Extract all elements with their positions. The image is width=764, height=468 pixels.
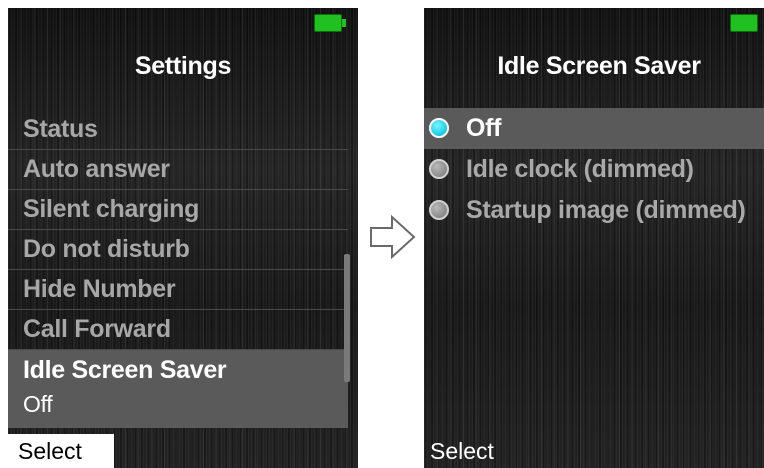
option-idle-clock[interactable]: Idle clock (dimmed): [424, 149, 764, 190]
screen-title: Idle Screen Saver: [497, 52, 701, 80]
menu-item-label: Silent charging: [23, 195, 200, 223]
battery-icon: [314, 14, 346, 32]
menu-item-idle-screen-saver[interactable]: Idle Screen Saver Off: [8, 350, 348, 428]
settings-screen: Settings Status Auto answer Silent charg…: [8, 8, 358, 468]
menu-item-status[interactable]: Status: [8, 110, 348, 150]
menu-item-value: Off: [23, 391, 53, 417]
option-label: Idle clock (dimmed): [466, 155, 694, 183]
menu-item-auto-answer[interactable]: Auto answer: [8, 150, 348, 190]
select-softkey[interactable]: Select: [430, 434, 494, 468]
option-off[interactable]: Off: [424, 108, 764, 149]
screen-title: Settings: [134, 52, 232, 80]
menu-item-silent-charging[interactable]: Silent charging: [8, 190, 348, 230]
idle-screen-saver-screen: Idle Screen Saver Off Idle clock (dimmed…: [424, 8, 764, 468]
radio-unselected-icon[interactable]: [429, 200, 449, 220]
menu-item-call-forward[interactable]: Call Forward: [8, 310, 348, 350]
option-startup-image[interactable]: Startup image (dimmed): [424, 190, 764, 231]
scrollbar-thumb[interactable]: [344, 254, 350, 382]
option-label: Startup image (dimmed): [466, 196, 746, 224]
option-label: Off: [466, 114, 502, 142]
settings-menu: Status Auto answer Silent charging Do no…: [8, 110, 348, 428]
menu-item-label: Hide Number: [23, 275, 176, 303]
menu-item-label: Call Forward: [23, 315, 171, 343]
menu-item-label: Do not disturb: [23, 235, 190, 263]
right-arrow-icon: [370, 214, 416, 260]
menu-item-label: Idle Screen Saver: [23, 356, 227, 384]
screen-saver-options: Off Idle clock (dimmed) Startup image (d…: [424, 108, 764, 231]
radio-unselected-icon[interactable]: [429, 159, 449, 179]
battery-icon: [730, 14, 758, 32]
radio-selected-icon[interactable]: [429, 118, 449, 138]
menu-item-label: Auto answer: [23, 155, 170, 183]
menu-item-do-not-disturb[interactable]: Do not disturb: [8, 230, 348, 270]
menu-item-hide-number[interactable]: Hide Number: [8, 270, 348, 310]
menu-item-label: Status: [23, 115, 98, 143]
select-softkey[interactable]: Select: [8, 434, 114, 468]
